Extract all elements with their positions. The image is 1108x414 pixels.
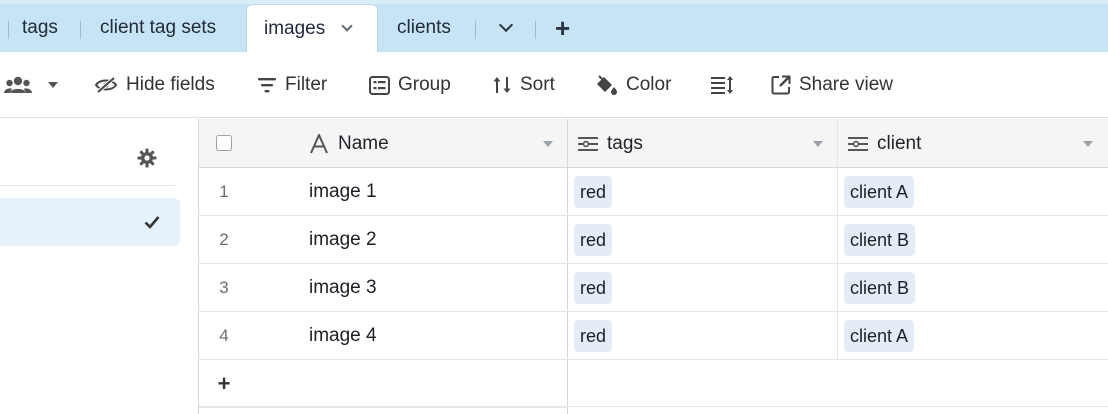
add-row-button[interactable]: +: [199, 360, 568, 408]
column-header-label: client: [877, 132, 922, 154]
external-link-icon: [771, 75, 791, 95]
tab-separator: [475, 21, 476, 39]
tab-separator: [8, 21, 9, 39]
color-label: Color: [626, 74, 672, 95]
name-cell[interactable]: image 4: [309, 312, 377, 360]
eye-slash-icon: [94, 76, 118, 94]
tag-pill[interactable]: red: [574, 272, 613, 304]
table-row[interactable]: 1 image 1 red client A: [199, 168, 1108, 216]
tab-images[interactable]: images: [246, 4, 378, 53]
caret-down-icon[interactable]: [1083, 141, 1093, 147]
sidebar-divider: [0, 185, 175, 186]
collaborators-button[interactable]: [4, 52, 58, 118]
text-field-icon: [310, 133, 328, 153]
people-icon: [4, 76, 32, 93]
row-number: 2: [219, 230, 229, 249]
client-pill[interactable]: client B: [844, 224, 916, 256]
table-tab-bar: tags client tag sets images clients +: [0, 0, 1108, 53]
paint-bucket-icon: [597, 75, 617, 95]
client-pill[interactable]: client B: [844, 272, 916, 304]
grid-header: Name tags client: [199, 119, 1108, 168]
row-number: 1: [219, 182, 229, 201]
link-field-icon: [578, 136, 598, 151]
client-pill[interactable]: client A: [844, 176, 915, 208]
caret-down-icon[interactable]: [813, 141, 823, 147]
hide-fields-button[interactable]: Hide fields: [94, 52, 215, 118]
share-view-label: Share view: [799, 74, 893, 95]
tab-clients[interactable]: clients: [397, 4, 451, 52]
add-table-button[interactable]: +: [555, 4, 570, 52]
column-header-label: tags: [607, 132, 643, 154]
all-tables-dropdown[interactable]: [498, 4, 514, 52]
tab-tags[interactable]: tags: [22, 4, 58, 52]
table-row[interactable]: 3 image 3 red client B: [199, 264, 1108, 312]
sort-label: Sort: [520, 74, 555, 95]
row-number: 3: [219, 278, 229, 297]
filter-icon: [258, 78, 276, 93]
tab-label: clients: [397, 17, 451, 38]
sort-button[interactable]: Sort: [492, 52, 555, 118]
plus-icon: +: [555, 12, 571, 43]
chevron-down-icon[interactable]: [341, 20, 353, 32]
plus-icon: +: [217, 371, 231, 396]
gear-icon[interactable]: [137, 148, 157, 168]
column-header-tags[interactable]: tags: [577, 119, 643, 168]
tab-label: images: [264, 18, 326, 39]
client-pill[interactable]: client A: [844, 320, 915, 352]
filter-label: Filter: [285, 74, 328, 95]
grid-bottom-border: [199, 406, 1108, 407]
tab-label: tags: [22, 17, 58, 38]
tab-separator: [535, 21, 536, 39]
column-header-label: Name: [338, 132, 389, 154]
tab-client-tag-sets[interactable]: client tag sets: [100, 4, 216, 52]
sort-icon: [493, 77, 511, 93]
records-grid: Name tags client 1 image 1 red client A …: [199, 119, 1108, 414]
table-row[interactable]: 2 image 2 red client B: [199, 216, 1108, 264]
sidebar-item-grid-view[interactable]: [0, 198, 180, 246]
column-header-name[interactable]: Name: [309, 119, 389, 168]
tab-label: client tag sets: [100, 17, 217, 38]
tag-pill[interactable]: red: [574, 320, 613, 352]
tag-pill[interactable]: red: [574, 176, 613, 208]
row-height-button[interactable]: [710, 52, 742, 118]
checkmark-icon: [144, 216, 160, 229]
name-cell[interactable]: image 1: [309, 168, 377, 216]
link-field-icon: [848, 136, 868, 151]
color-button[interactable]: Color: [594, 52, 671, 118]
row-height-icon: [711, 76, 733, 94]
caret-down-icon[interactable]: [543, 141, 553, 147]
hide-fields-label: Hide fields: [126, 74, 215, 95]
group-label: Group: [398, 74, 451, 95]
column-header-client[interactable]: client: [847, 119, 921, 168]
name-cell[interactable]: image 3: [309, 264, 377, 312]
tab-separator: [80, 21, 81, 39]
row-number: 4: [219, 326, 229, 345]
group-button[interactable]: Group: [369, 52, 451, 118]
tag-pill[interactable]: red: [574, 224, 613, 256]
share-view-button[interactable]: Share view: [771, 52, 893, 118]
view-toolbar: Hide fields Filter Group Sort Color Shar…: [0, 52, 1108, 118]
select-all-checkbox[interactable]: [216, 135, 232, 151]
name-cell[interactable]: image 2: [309, 216, 377, 264]
chevron-down-icon: [498, 17, 514, 33]
filter-button[interactable]: Filter: [257, 52, 327, 118]
caret-down-icon: [48, 82, 58, 88]
table-row[interactable]: 4 image 4 red client A: [199, 312, 1108, 360]
views-sidebar: [0, 119, 199, 414]
group-icon: [369, 75, 390, 95]
